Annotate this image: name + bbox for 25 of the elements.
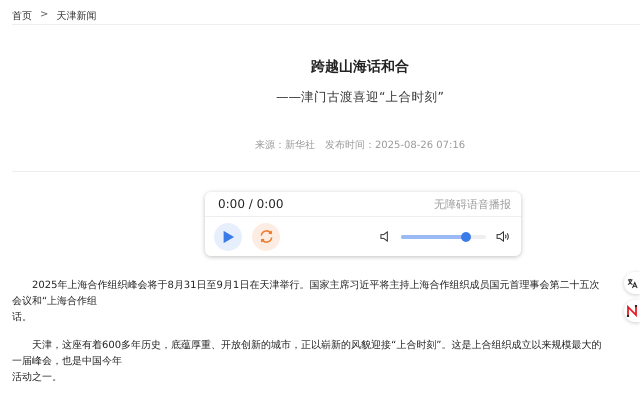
article-subtitle: ——津门古渡喜迎“上合时刻” <box>275 88 445 106</box>
volume-thumb[interactable] <box>460 232 471 242</box>
loop-button[interactable] <box>252 222 280 250</box>
volume-slider[interactable] <box>401 234 486 238</box>
paragraph-line: 天津，这座有着600多年历史，底蕴厚重、开放创新的城市，正以崭新的风貌迎接“上合时刻”。这是上合组织成立以来规模最大的一届峰会，也是中国今年 <box>12 338 602 369</box>
play-button[interactable] <box>214 222 242 250</box>
loop-icon <box>258 229 274 244</box>
breadcrumb-link[interactable]: 天津新闻 <box>56 9 96 23</box>
article-title: 跨越山海话和合 <box>310 58 410 77</box>
volume-high-icon <box>496 231 511 242</box>
paragraph-line: 话。 <box>12 310 32 325</box>
paragraph-line: 2025年上海合作组织峰会将于8月31日至9月1日在天津举行。国家主席习近平将主持上海合作组织成员国元首理事会第二十五次会议和“上海合作组 <box>12 278 600 309</box>
paragraph-line: 活动之一。 <box>12 370 62 385</box>
breadcrumb-separator: > <box>40 9 48 20</box>
publish-time: 发布时间：2025-08-26 07:16 <box>324 138 466 152</box>
playback-time: 0:00 / 0:00 <box>218 197 284 211</box>
article-source: 来源：新华社 <box>254 138 315 152</box>
player-label: 无障碍语音播报 <box>434 196 511 212</box>
logo-icon <box>626 305 638 317</box>
app-logo-button[interactable] <box>624 300 640 322</box>
translate-button[interactable] <box>624 272 640 294</box>
volume-low-icon <box>380 231 391 242</box>
translate-icon <box>626 278 638 288</box>
breadcrumb-link[interactable]: 首页 <box>12 9 32 23</box>
play-icon <box>221 230 235 244</box>
